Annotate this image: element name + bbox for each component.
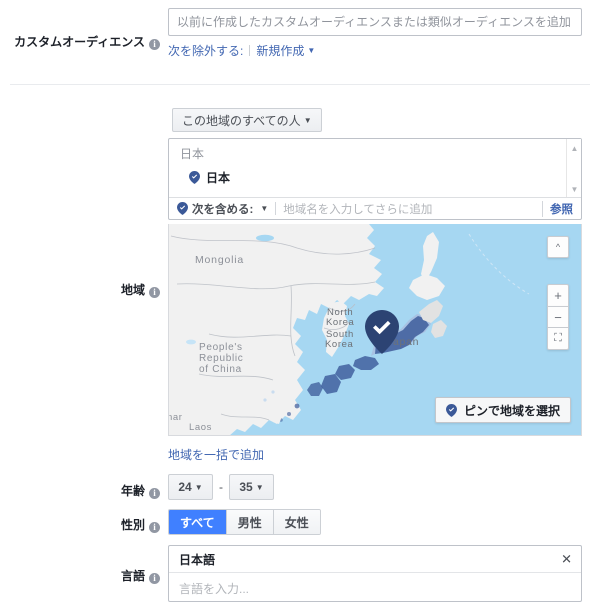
gender-label: 性別 i	[104, 516, 160, 533]
map-compass-button[interactable]: ^	[547, 236, 569, 258]
info-icon[interactable]: i	[149, 488, 160, 499]
age-range-separator: -	[219, 480, 223, 494]
region-selector-box: 日本 日本 ▲ ▼ 次を含める: ▼ 地域名を入力してさらに追加 参照	[168, 138, 582, 220]
language-label-text: 言語	[120, 569, 145, 583]
gender-toggle-group: すべて 男性 女性	[168, 509, 321, 535]
map-label-mongolia: Mongolia	[195, 254, 245, 266]
create-new-audience-link[interactable]: 新規作成 ▼	[256, 44, 315, 58]
scroll-down-icon[interactable]: ▼	[567, 182, 581, 196]
location-label: 地域 i	[104, 281, 160, 298]
audience-scope-dropdown[interactable]: この地域のすべての人 ▼	[172, 108, 322, 132]
custom-audience-input[interactable]: 以前に作成したカスタムオーディエンスまたは類似オーディエンスを追加	[168, 8, 582, 36]
chevron-down-icon: ▼	[260, 204, 269, 213]
custom-audience-links: 次を除外する: 新規作成 ▼	[168, 42, 315, 59]
location-label-text: 地域	[120, 283, 145, 297]
map-zoom-in-button[interactable]: +	[547, 284, 569, 306]
selected-region-item[interactable]: 日本	[189, 169, 230, 186]
link-separator	[249, 45, 251, 56]
include-mode-dropdown[interactable]: 次を含める: ▼	[169, 201, 268, 217]
age-min-value: 24	[178, 480, 192, 494]
language-label: 言語 i	[104, 567, 160, 584]
custom-audience-placeholder: 以前に作成したカスタムオーディエンスまたは類似オーディエンスを追加	[177, 15, 571, 29]
bulk-add-regions-link[interactable]: 地域を一括で追加	[168, 446, 264, 463]
location-map[interactable]: Mongolia North Korea South Korea Japan P…	[168, 224, 582, 436]
create-new-audience-label: 新規作成	[256, 44, 305, 58]
pin-select-region-button[interactable]: ピンで地域を選択	[434, 397, 571, 423]
gender-option-male[interactable]: 男性	[226, 510, 274, 534]
map-fit-bounds-button[interactable]: ⛶	[547, 328, 569, 350]
gender-option-all[interactable]: すべて	[169, 510, 227, 534]
info-icon[interactable]: i	[149, 573, 160, 584]
section-divider	[10, 84, 590, 85]
map-label-korea-south: Korea	[325, 339, 354, 350]
location-pin-check-icon	[177, 202, 188, 215]
exclude-link[interactable]: 次を除外する:	[168, 44, 243, 58]
scroll-up-icon[interactable]: ▲	[567, 141, 581, 155]
gender-option-female[interactable]: 女性	[273, 510, 320, 534]
chevron-down-icon: ▼	[255, 482, 264, 492]
map-label-peoples: People's	[199, 342, 243, 353]
map-zoom-out-button[interactable]: −	[547, 306, 569, 328]
map-label-myanmar-partial: nar	[168, 412, 183, 423]
map-label-of-china: of China	[199, 364, 242, 375]
chevron-down-icon: ▼	[194, 482, 203, 492]
map-label-republic: Republic	[199, 353, 244, 364]
language-selector-box: 日本語 ✕ 言語を入力...	[168, 545, 582, 602]
language-selected-value: 日本語	[179, 552, 216, 567]
close-icon[interactable]: ✕	[561, 553, 572, 566]
age-max-value: 35	[239, 480, 253, 494]
browse-regions-link[interactable]: 参照	[542, 200, 581, 217]
input-divider	[275, 202, 277, 215]
include-mode-label: 次を含める:	[192, 203, 254, 216]
age-max-select[interactable]: 35 ▼	[229, 474, 274, 500]
age-label-text: 年齢	[120, 484, 145, 498]
age-range-controls: 24 ▼ - 35 ▼	[168, 474, 274, 500]
selected-region-name: 日本	[206, 171, 231, 185]
custom-audience-label: カスタムオーディエンス i	[10, 33, 160, 50]
language-search-input[interactable]: 言語を入力...	[169, 573, 581, 597]
location-pin-check-icon	[445, 403, 457, 417]
pin-select-region-label: ピンで地域を選択	[463, 403, 560, 418]
map-label-korea-north: Korea	[326, 317, 355, 328]
ad-targeting-form: カスタムオーディエンス i 以前に作成したカスタムオーディエンスまたは類似オーディ…	[0, 0, 600, 602]
gender-label-text: 性別	[120, 518, 145, 532]
region-list: 日本 日本 ▲ ▼	[169, 139, 581, 198]
custom-audience-label-text: カスタムオーディエンス	[14, 35, 145, 49]
info-icon[interactable]: i	[149, 522, 160, 533]
age-label: 年齢 i	[104, 482, 160, 499]
location-pin-check-icon	[189, 171, 200, 184]
region-input-row: 次を含める: ▼ 地域名を入力してさらに追加 参照	[169, 197, 581, 219]
chevron-down-icon: ▼	[307, 46, 316, 55]
map-label-laos: Laos	[189, 422, 213, 433]
info-icon[interactable]: i	[149, 39, 160, 50]
audience-scope-label: この地域のすべての人	[182, 113, 301, 128]
language-selected-row: 日本語 ✕	[169, 546, 581, 573]
chevron-down-icon: ▼	[303, 115, 312, 125]
info-icon[interactable]: i	[149, 287, 160, 298]
region-list-scrollbar[interactable]: ▲ ▼	[566, 139, 581, 198]
age-min-select[interactable]: 24 ▼	[168, 474, 213, 500]
region-group-title: 日本	[180, 147, 205, 161]
region-search-input[interactable]: 地域名を入力してさらに追加	[283, 201, 542, 217]
